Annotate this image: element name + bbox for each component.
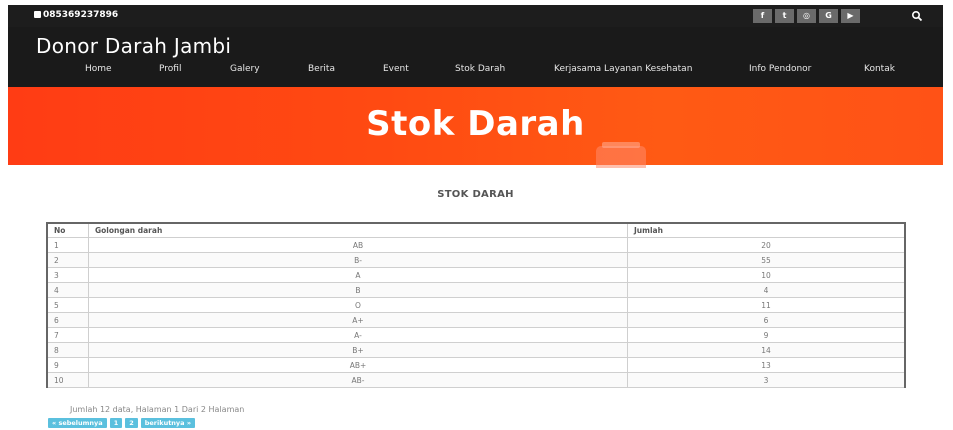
cell-jumlah: 3	[627, 372, 906, 388]
cell-golongan: AB	[88, 237, 628, 253]
cell-golongan: A+	[88, 312, 628, 328]
cell-golongan: O	[88, 297, 628, 313]
column-header-no: No	[46, 222, 89, 238]
cell-jumlah: 14	[627, 342, 906, 358]
column-header-jumlah: Jumlah	[627, 222, 906, 238]
table-row: 3 A 10	[46, 267, 906, 283]
nav-profil[interactable]: Profil	[159, 64, 181, 74]
table-row: 8 B+ 14	[46, 342, 906, 358]
cell-jumlah: 9	[627, 327, 906, 343]
cell-golongan: B-	[88, 252, 628, 268]
table-row: 4B4	[46, 282, 906, 298]
cell-no: 7	[46, 327, 89, 343]
google-plus-icon[interactable]: G	[819, 9, 838, 23]
search-icon[interactable]	[911, 10, 923, 22]
section-title: STOK DARAH	[437, 189, 514, 200]
pager-page-1-button[interactable]: 1	[109, 418, 123, 428]
table-row: 6 A+ 6	[46, 312, 906, 328]
site-brand[interactable]: Donor Darah Jambi	[36, 34, 231, 58]
cell-jumlah: 20	[627, 237, 906, 253]
cell-jumlah: 6	[627, 312, 906, 328]
nav-info-pendonor[interactable]: Info Pendonor	[749, 64, 811, 74]
cell-jumlah: 13	[627, 357, 906, 373]
cell-no: 9	[46, 357, 89, 373]
cell-no: 5	[46, 297, 89, 313]
cell-golongan: AB-	[88, 372, 628, 388]
phone-contact: 085369237896	[34, 10, 118, 20]
phone-number: 085369237896	[43, 10, 119, 20]
pagination: « sebelumnya 1 2 berikutnya »	[48, 418, 196, 428]
top-bar: 085369237896 f t ◎ G ▶	[8, 5, 943, 27]
cell-golongan: AB+	[88, 357, 628, 373]
table-row: 1 AB 20	[46, 237, 906, 253]
column-header-golongan: Golongan darah	[88, 222, 628, 238]
nav-galery[interactable]: Galery	[230, 64, 260, 74]
social-links: f t ◎ G ▶	[753, 9, 860, 23]
pager-previous-button[interactable]: « sebelumnya	[48, 418, 107, 428]
nav-kontak[interactable]: Kontak	[864, 64, 895, 74]
cell-no: 2	[46, 252, 89, 268]
blood-stock-table: No Golongan darah Jumlah 1 AB 20 2 B- 55 3A1…	[46, 222, 906, 388]
table-row: 10 AB- 3	[46, 372, 906, 388]
main-nav: Home Profil Galery Berita Event Stok Dar…	[8, 64, 943, 78]
cell-golongan: A	[88, 267, 628, 283]
cell-golongan: B	[88, 282, 628, 298]
cell-no: 10	[46, 372, 89, 388]
cell-no: 1	[46, 237, 89, 253]
banner-title: Stok Darah	[366, 104, 585, 144]
pager-page-2-button[interactable]: 2	[125, 418, 138, 428]
twitter-icon[interactable]: t	[775, 9, 794, 23]
cell-golongan: A-	[88, 327, 628, 343]
cell-jumlah: 11	[627, 297, 906, 313]
blood-bag-icon	[596, 142, 646, 168]
cell-no: 6	[46, 312, 89, 328]
youtube-icon[interactable]: ▶	[841, 9, 860, 23]
cell-jumlah: 10	[627, 267, 906, 283]
table-header-row: No Golongan darah Jumlah	[46, 222, 906, 238]
cell-no: 3	[46, 267, 89, 283]
cell-no: 4	[46, 282, 89, 298]
site-header: Donor Darah Jambi Home Profil Galery Ber…	[8, 27, 943, 87]
cell-golongan: B+	[88, 342, 628, 358]
pager-next-button[interactable]: berikutnya »	[140, 418, 196, 428]
cell-jumlah: 4	[627, 282, 906, 298]
table-row: 9 AB+ 13	[46, 357, 906, 373]
pagination-info: Jumlah 12 data, Halaman 1 Dari 2 Halaman	[70, 405, 245, 414]
page-frame: 085369237896 f t ◎ G ▶ Donor Darah Jambi…	[8, 5, 943, 430]
nav-event[interactable]: Event	[383, 64, 409, 74]
instagram-icon[interactable]: ◎	[797, 9, 816, 23]
cell-jumlah: 55	[627, 252, 906, 268]
table-row: 5 O 11	[46, 297, 906, 313]
table-row: 2 B- 55	[46, 252, 906, 268]
nav-berita[interactable]: Berita	[308, 64, 335, 74]
nav-kerjasama[interactable]: Kerjasama Layanan Kesehatan	[554, 64, 692, 74]
phone-icon	[34, 11, 41, 18]
facebook-icon[interactable]: f	[753, 9, 772, 23]
nav-stok-darah[interactable]: Stok Darah	[455, 64, 505, 74]
page-banner: Stok Darah	[8, 87, 943, 168]
table-row: 7 A- 9	[46, 327, 906, 343]
nav-home[interactable]: Home	[85, 64, 112, 74]
cell-no: 8	[46, 342, 89, 358]
